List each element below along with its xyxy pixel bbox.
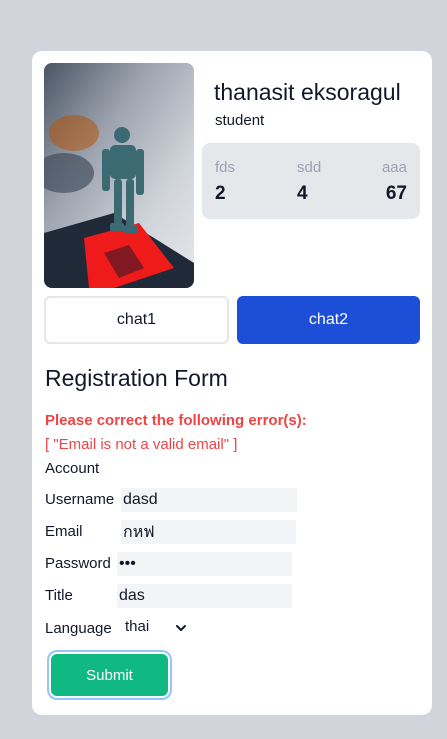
stat-value: 67 bbox=[385, 183, 407, 204]
language-label: Language bbox=[45, 620, 112, 637]
language-select[interactable]: thai bbox=[125, 618, 187, 635]
stat-label: aaa bbox=[381, 159, 407, 176]
stat-label: sdd bbox=[297, 159, 322, 176]
form-title: Registration Form bbox=[45, 365, 228, 391]
email-input[interactable] bbox=[121, 520, 296, 544]
title-label: Title bbox=[45, 587, 73, 604]
password-label: Password bbox=[45, 555, 111, 572]
profile-card: thanasit eksoragul student fds 2 sdd 4 a… bbox=[32, 51, 432, 715]
section-label-account: Account bbox=[45, 460, 100, 477]
stat-label: fds bbox=[215, 159, 236, 176]
error-message: [ "Email is not a valid email" ] bbox=[45, 436, 238, 453]
stat-value: 4 bbox=[297, 183, 308, 204]
stat-sdd: sdd 4 bbox=[297, 159, 321, 205]
password-input[interactable] bbox=[117, 552, 292, 576]
language-selected-value: thai bbox=[125, 618, 150, 635]
username-label: Username bbox=[45, 491, 115, 508]
chevron-down-icon bbox=[175, 621, 187, 633]
profile-photo bbox=[44, 63, 194, 288]
submit-button[interactable]: Submit bbox=[51, 654, 168, 696]
profile-name: thanasit eksoragul bbox=[214, 79, 401, 105]
stats-panel: fds 2 sdd 4 aaa 67 bbox=[202, 143, 420, 219]
chat1-button[interactable]: chat1 bbox=[44, 296, 229, 344]
stat-value: 2 bbox=[215, 183, 226, 204]
profile-role: student bbox=[215, 112, 265, 129]
email-label: Email bbox=[45, 523, 83, 540]
chat2-button[interactable]: chat2 bbox=[237, 296, 420, 344]
username-input[interactable] bbox=[121, 488, 297, 512]
stat-aaa: aaa 67 bbox=[382, 159, 407, 205]
error-title: Please correct the following error(s): bbox=[45, 412, 307, 429]
title-input[interactable] bbox=[117, 584, 292, 608]
stat-fds: fds 2 bbox=[215, 159, 235, 205]
